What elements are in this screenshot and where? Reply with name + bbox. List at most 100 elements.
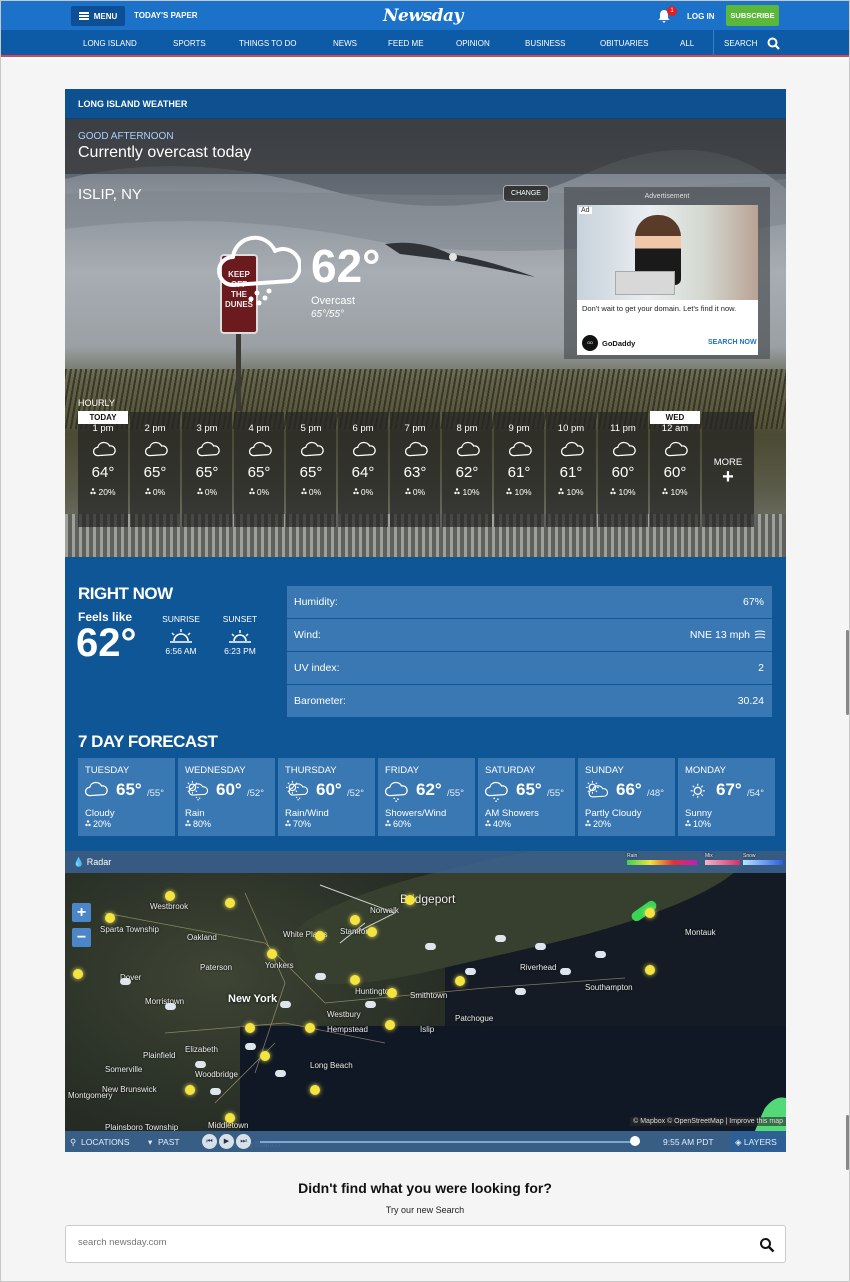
cloud-icon bbox=[560, 440, 584, 460]
cloud-marker-icon bbox=[315, 973, 326, 980]
hourly-precip: 0% bbox=[130, 487, 180, 497]
radar-controls: ⚲ LOCATIONS ▾ PAST ⏮ ▶ ⏭ 9:55 AM PDT ◈ L… bbox=[65, 1131, 786, 1152]
nav-business[interactable]: BUSINESS bbox=[525, 39, 565, 48]
locations-button[interactable]: LOCATIONS bbox=[81, 1137, 130, 1147]
hourly-precip: 0% bbox=[234, 487, 284, 497]
nav-news[interactable]: NEWS bbox=[333, 39, 357, 48]
nav-obituaries[interactable]: OBITUARIES bbox=[600, 39, 648, 48]
forecast-card[interactable]: WEDNESDAY 60° /52° Rain 80% bbox=[178, 758, 275, 836]
timeline-track[interactable] bbox=[260, 1141, 640, 1143]
map-place-label: Somerville bbox=[105, 1065, 143, 1074]
forecast-title: 7 DAY FORECAST bbox=[78, 732, 218, 751]
layers-icon: ◈ bbox=[735, 1137, 744, 1147]
hourly-precip-value: 0% bbox=[412, 487, 426, 497]
newsday-logo[interactable]: Newsday bbox=[383, 6, 463, 26]
zoom-in-button[interactable]: + bbox=[72, 903, 91, 922]
sun-marker-icon bbox=[165, 891, 175, 901]
cloud-marker-icon bbox=[425, 943, 436, 950]
ad-cta-link[interactable]: SEARCH NOW bbox=[708, 339, 757, 346]
forecast-card[interactable]: TUESDAY 65° /55° Cloudy 20% bbox=[78, 758, 175, 836]
nav-feed-me[interactable]: FEED ME bbox=[388, 39, 424, 48]
forecast-card[interactable]: SUNDAY 66° /48° Partly Cloudy 20% bbox=[578, 758, 675, 836]
cloud-icon bbox=[664, 440, 688, 460]
skip-forward-icon[interactable]: ⏭ bbox=[236, 1134, 251, 1149]
cloud-marker-icon bbox=[210, 1088, 221, 1095]
hourly-more-button[interactable]: MORE + bbox=[702, 412, 754, 527]
playback-controls: ⏮ ▶ ⏭ bbox=[202, 1134, 252, 1149]
hourly-item: 1 pm 64° 20% bbox=[78, 412, 128, 527]
hourly-temp: 61° bbox=[507, 464, 531, 481]
layers-label: LAYERS bbox=[743, 1137, 777, 1147]
stat-label: Wind: bbox=[294, 629, 321, 641]
layers-button[interactable]: ◈ LAYERS bbox=[730, 1131, 786, 1152]
footer-subtitle: Try our new Search bbox=[385, 1205, 465, 1215]
stat-wind: Wind: NNE 13 mph bbox=[287, 619, 772, 651]
feels-like-temp: 62° bbox=[76, 621, 137, 665]
past-dropdown[interactable]: PAST bbox=[158, 1137, 180, 1147]
sunrise-block: SUNRISE 6:56 AM bbox=[151, 614, 211, 656]
sun-marker-icon bbox=[260, 1051, 270, 1061]
scrollbar-thumb[interactable] bbox=[846, 630, 849, 715]
search-icon[interactable] bbox=[759, 1237, 775, 1253]
forecast-card[interactable]: FRIDAY 62° /55° Showers/Wind 60% bbox=[378, 758, 475, 836]
map-place-label: Elizabeth bbox=[185, 1045, 218, 1054]
cloud-marker-icon bbox=[365, 1001, 376, 1008]
nav-long-island[interactable]: LONG ISLAND bbox=[83, 39, 137, 48]
footer-search-input[interactable] bbox=[78, 1237, 728, 1248]
radar-map[interactable]: 💧 Radar Rain Mix Snow + − Bridgeport West… bbox=[65, 851, 786, 1152]
nav-things-to-do[interactable]: THINGS TO DO bbox=[239, 39, 297, 48]
cloud-icon bbox=[404, 440, 428, 460]
map-place-label: Plainfield bbox=[143, 1051, 176, 1060]
zoom-out-button[interactable]: − bbox=[72, 928, 91, 947]
forecast-card[interactable]: THURSDAY 60° /52° Rain/Wind 70% bbox=[278, 758, 375, 836]
cloud-icon bbox=[508, 440, 532, 460]
map-place-label: Hempstead bbox=[327, 1025, 368, 1034]
map-place-label: Southampton bbox=[585, 983, 633, 992]
hourly-precip: 10% bbox=[650, 487, 700, 497]
forecast-condition: Cloudy bbox=[85, 808, 115, 819]
legend-mix-bar bbox=[705, 860, 740, 865]
forecast-card[interactable]: MONDAY 67° /54° Sunny 10% bbox=[678, 758, 775, 836]
skip-back-icon[interactable]: ⏮ bbox=[202, 1134, 217, 1149]
hourly-precip-value: 10% bbox=[514, 487, 532, 497]
ad-card[interactable]: Ad Don't wait to get your domain. Let's … bbox=[577, 205, 758, 355]
forecast-low: /52° bbox=[347, 788, 365, 799]
map-attribution[interactable]: © Mapbox © OpenStreetMap | Improve this … bbox=[630, 1117, 786, 1126]
change-location-button[interactable]: CHANGE bbox=[503, 185, 549, 202]
sun-rain-icon bbox=[284, 780, 310, 802]
stat-humidity: Humidity: 67% bbox=[287, 586, 772, 618]
login-link[interactable]: LOG IN bbox=[687, 12, 715, 21]
forecast-card[interactable]: SATURDAY 65° /55° AM Showers 40% bbox=[478, 758, 575, 836]
nav-all[interactable]: ALL bbox=[680, 39, 694, 48]
wind-icon bbox=[754, 630, 766, 639]
todays-paper-link[interactable]: TODAY'S PAPER bbox=[134, 11, 198, 20]
greeting: GOOD AFTERNOON bbox=[78, 131, 174, 142]
ad-laptop-figure bbox=[615, 271, 675, 295]
cloud-icon bbox=[612, 440, 636, 460]
scrollbar-thumb-secondary[interactable] bbox=[846, 1115, 849, 1170]
sun-marker-icon bbox=[73, 969, 83, 979]
hourly-precip: 0% bbox=[286, 487, 336, 497]
ad-tag: Ad bbox=[579, 207, 592, 214]
search-icon[interactable] bbox=[767, 37, 780, 50]
sun-marker-icon bbox=[305, 1023, 315, 1033]
hourly-precip: 0% bbox=[390, 487, 440, 497]
forecast-condition: Partly Cloudy bbox=[585, 808, 642, 819]
weather-hero: KEEP OFF THE DUNES GOOD AFTERNOON Curren… bbox=[65, 119, 786, 557]
hourly-item: 9 pm 61° 10% bbox=[494, 412, 544, 527]
subscribe-button[interactable]: SUBSCRIBE bbox=[726, 5, 779, 26]
menu-button[interactable]: MENU bbox=[71, 6, 125, 26]
timeline-handle[interactable] bbox=[630, 1136, 640, 1146]
stat-value: NNE 13 mph bbox=[689, 629, 750, 641]
hourly-item: 3 pm 65° 0% bbox=[182, 412, 232, 527]
play-icon[interactable]: ▶ bbox=[219, 1134, 234, 1149]
nav-search[interactable]: SEARCH bbox=[724, 39, 757, 48]
nav-opinion[interactable]: OPINION bbox=[456, 39, 490, 48]
forecast-day: SATURDAY bbox=[485, 765, 536, 776]
map-place-label: Long Beach bbox=[310, 1061, 353, 1070]
forecast-precip: 20% bbox=[85, 819, 111, 829]
forecast-high: 65° bbox=[516, 780, 542, 799]
sun-icon bbox=[684, 780, 710, 802]
stat-label: Barometer: bbox=[294, 695, 346, 707]
nav-sports[interactable]: SPORTS bbox=[173, 39, 206, 48]
